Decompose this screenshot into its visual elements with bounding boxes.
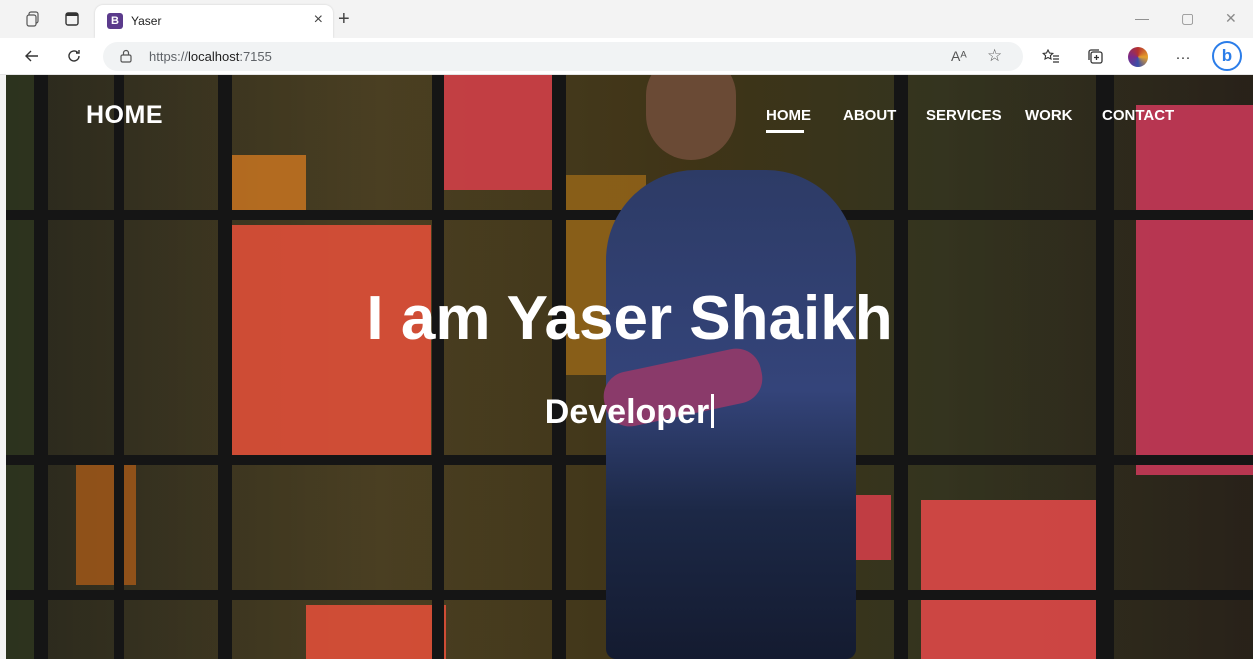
close-tab-icon[interactable]: × (314, 12, 323, 28)
url-text: https://localhost:7155 (149, 49, 272, 64)
active-nav-indicator (766, 130, 804, 133)
browser-toolbar: https://localhost:7155 Aᴬ ☆ ··· b (0, 38, 1253, 75)
nav-contact[interactable]: CONTACT (1102, 107, 1174, 124)
new-tab-icon[interactable]: + (338, 9, 350, 29)
minimize-icon[interactable]: — (1135, 10, 1149, 26)
hero-background-photo (6, 75, 1253, 659)
back-arrow-icon[interactable] (22, 46, 42, 66)
site-info-lock-icon[interactable] (119, 49, 133, 63)
hero-title: I am Yaser Shaikh (366, 284, 893, 353)
bing-chat-icon[interactable]: b (1212, 41, 1242, 71)
maximize-icon[interactable]: ▢ (1181, 10, 1194, 27)
collections-icon[interactable] (1085, 46, 1107, 68)
workspaces-icon[interactable] (24, 10, 42, 28)
tab-title: Yaser (131, 14, 162, 28)
nav-work[interactable]: WORK (1025, 107, 1073, 124)
tab-actions-icon[interactable] (63, 10, 81, 28)
hero-subtitle-typed: Developer (6, 393, 1253, 432)
refresh-icon[interactable] (64, 46, 84, 66)
favorite-star-icon[interactable]: ☆ (987, 46, 1002, 66)
nav-services[interactable]: SERVICES (926, 107, 1002, 124)
profile-avatar[interactable] (1127, 46, 1149, 68)
favorites-icon[interactable] (1040, 46, 1062, 68)
bootstrap-favicon-icon: B (107, 13, 123, 29)
address-bar[interactable]: https://localhost:7155 Aᴬ ☆ (103, 42, 1023, 71)
site-brand-link[interactable]: HOME (86, 101, 163, 130)
browser-tab[interactable]: B Yaser × (95, 5, 333, 38)
browser-titlebar: B Yaser × + — ▢ ✕ (0, 0, 1253, 38)
nav-home[interactable]: HOME (766, 107, 811, 124)
page-viewport: HOME HOME ABOUT SERVICES WORK CONTACT I … (6, 75, 1253, 659)
typing-cursor (711, 394, 715, 428)
more-options-icon[interactable]: ··· (1172, 46, 1194, 68)
read-aloud-icon[interactable]: Aᴬ (951, 48, 967, 64)
nav-about[interactable]: ABOUT (843, 107, 896, 124)
close-window-icon[interactable]: ✕ (1225, 10, 1237, 27)
